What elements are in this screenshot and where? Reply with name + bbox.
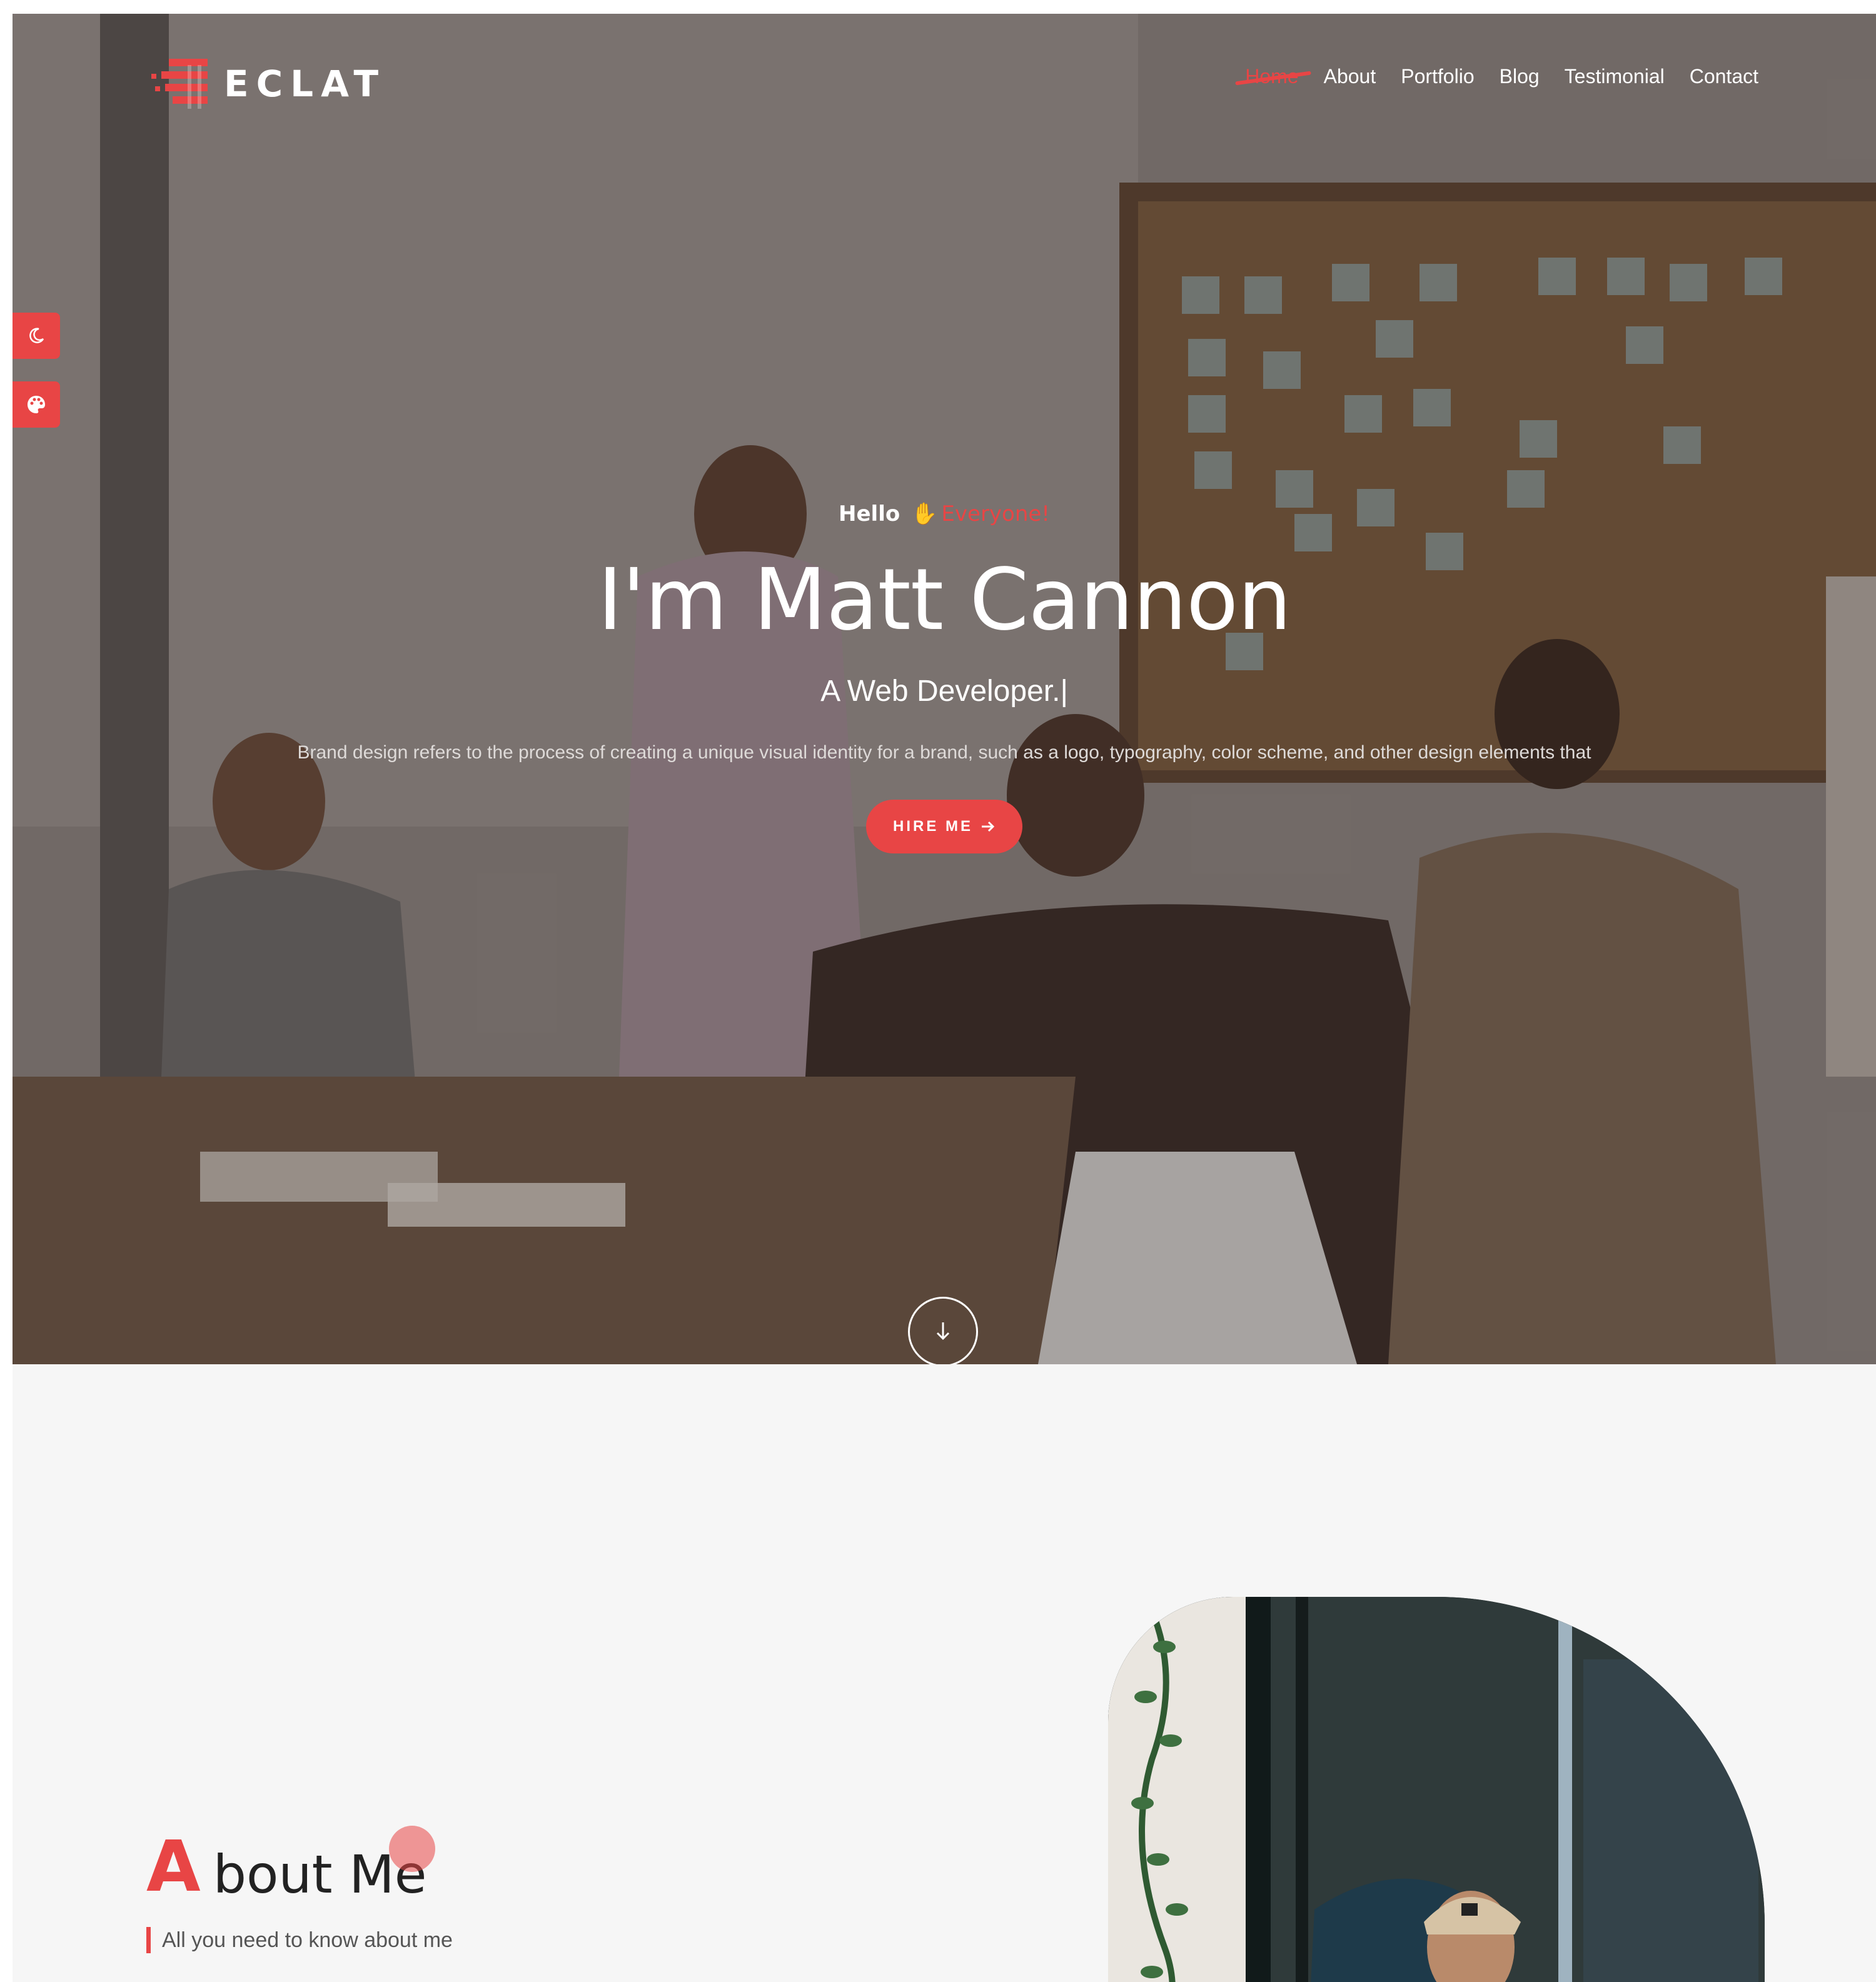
main-nav: Home About Portfolio Blog Testimonial Co… — [1235, 65, 1758, 88]
subtitle-accent-bar — [146, 1927, 151, 1953]
scroll-down-button[interactable] — [908, 1297, 978, 1367]
hero-name: I'm Matt Cannon — [597, 551, 1292, 650]
logo-mark-icon — [151, 59, 208, 109]
about-subtitle-text: All you need to know about me — [162, 1928, 453, 1952]
palette-icon — [28, 396, 45, 413]
nav-item-portfolio[interactable]: Portfolio — [1401, 65, 1474, 88]
about-title: A bout Me — [146, 1821, 426, 1902]
hero-role: A Web Developer.| — [820, 675, 1068, 708]
portrait-photo — [1108, 1597, 1765, 1982]
theme-color-button[interactable] — [13, 381, 60, 428]
nav-item-contact[interactable]: Contact — [1690, 65, 1758, 88]
hero-content: Hello ✋ Everyone! I'm Matt Cannon A Web D… — [13, 501, 1876, 854]
about-portrait-image — [1108, 1597, 1765, 1982]
hire-me-button[interactable]: HIRE ME — [866, 800, 1022, 854]
dark-mode-toggle[interactable] — [13, 313, 60, 359]
nav-item-home[interactable]: Home — [1235, 65, 1312, 88]
decorative-dot — [389, 1826, 435, 1872]
hero-section: ECLAT Home About Portfolio Blog Testimon… — [13, 14, 1876, 1364]
nav-item-blog[interactable]: Blog — [1500, 65, 1540, 88]
greeting-text: Hello — [839, 501, 900, 526]
hero-greeting: Hello ✋ Everyone! — [13, 501, 1876, 526]
arrow-down-icon — [936, 1322, 950, 1341]
brand-name: ECLAT — [224, 63, 386, 105]
about-section: A bout Me All you need to know about me — [13, 1364, 1876, 1982]
about-subtitle: All you need to know about me — [146, 1927, 453, 1953]
waving-hand-icon: ✋ — [911, 501, 938, 526]
hire-me-label: HIRE ME — [892, 818, 973, 835]
brand-logo[interactable]: ECLAT — [150, 53, 386, 115]
about-title-initial: A — [146, 1826, 201, 1908]
moon-icon — [29, 328, 44, 343]
hero-description: Brand design refers to the process of cr… — [297, 742, 1591, 763]
nav-item-testimonial[interactable]: Testimonial — [1565, 65, 1665, 88]
nav-item-about[interactable]: About — [1324, 65, 1376, 88]
greeting-accent: Everyone! — [941, 501, 1050, 526]
arrow-right-icon — [982, 822, 995, 832]
